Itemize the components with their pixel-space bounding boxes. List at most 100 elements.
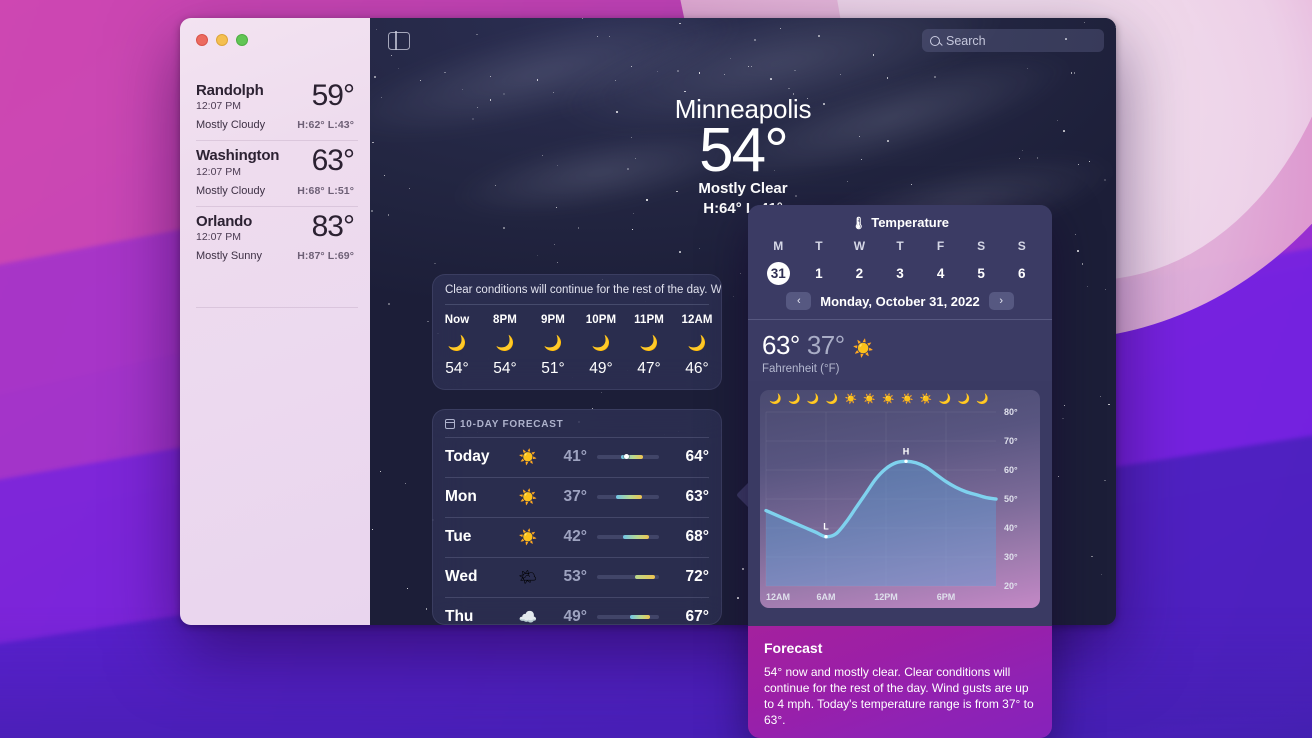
sidebar-city-orlando[interactable]: Orlando 12:07 PM 83° Mostly Sunny H:87° … [180,205,370,271]
table-row[interactable]: Tue ☀️ 42° 68° [433,516,721,557]
weekday-initial: W [853,239,866,253]
cloud-icon: ☁️ [518,608,538,625]
day-low-temp: 37° [563,487,587,505]
weekday-initial: F [936,239,945,253]
chart-y-tick: 50° [1004,494,1018,504]
close-button[interactable] [196,34,208,46]
chart-svg: 20° 30° 40° 50° 60° 70° 80° 12AM 6AM 12PM 6PM L H [764,407,1018,602]
hourly-temp: 54° [445,359,469,377]
temperature-range-bar [597,494,659,499]
calendar-day[interactable]: 5 [961,262,1002,285]
day-low-temp: 49° [563,607,587,625]
table-row[interactable]: Mon ☀️ 37° 63° [433,476,721,517]
sidebar: Randolph 12:07 PM 59° Mostly Cloudy H:62… [180,18,370,625]
maximize-button[interactable] [236,34,248,46]
weekday-initial: T [896,239,904,253]
sidebar-toggle-icon[interactable] [388,30,410,51]
calendar-day[interactable]: 31 [758,262,799,285]
moon-icon: 🌙 [543,334,563,352]
chart-x-tick: 12AM [766,592,790,602]
hourly-item: Now 🌙 54° [433,314,481,378]
hourly-temp: 49° [589,359,613,377]
city-name: Orlando [196,212,253,230]
popover-temperature-section: 63° 37° ☀️ Fahrenheit (°F) [748,319,1052,381]
weekday-initial: S [977,239,986,253]
ten-day-header-label: 10-DAY FORECAST [460,418,564,430]
city-high-low: H:87° L:69° [297,249,354,262]
ten-day-forecast-card: 10-DAY FORECAST Today ☀️ 41° 64° Mon ☀️ 37° 63°… [432,408,722,625]
table-row[interactable]: Today ☀️ 41° 64° [433,436,721,477]
sidebar-city-randolph[interactable]: Randolph 12:07 PM 59° Mostly Cloudy H:62… [180,75,370,140]
prev-day-button[interactable]: ‹ [786,292,812,310]
day-label: Today [445,447,490,465]
thermometer-icon: 🌡 [850,215,867,230]
hourly-temp: 54° [493,359,517,377]
city-condition: Mostly Cloudy [196,184,266,197]
hourly-item: 11PM 🌙 47° [625,314,673,378]
city-condition: Mostly Sunny [196,249,263,262]
calendar-icon [445,419,455,429]
chart-y-tick: 30° [1004,552,1018,562]
chart-y-tick: 80° [1004,407,1018,417]
day-low-temp: 42° [563,527,587,545]
day-high-temp: 63° [685,487,709,505]
city-time: 12:07 PM [196,100,241,113]
day-low-temp: 53° [563,567,587,585]
sun-icon: ☀️ [518,488,538,506]
next-day-button[interactable]: › [988,292,1014,310]
day-high-temp: 64° [685,447,709,465]
chart-marker-l: L [823,521,829,531]
hourly-row: Now 🌙 54° 8PM 🌙 54° 9PM 🌙 51° 10PM 🌙 49° 11PM 🌙 47° 12A… [433,305,721,389]
day-of-week-row: MTWTFSS [748,239,1052,253]
day-high-temp: 72° [685,567,709,585]
current-temperature: 54° [699,116,789,185]
weekday-initial: M [773,239,784,253]
table-row[interactable]: Wed 🌤 53° 72° [433,556,721,597]
hourly-time: 9PM [541,313,565,326]
sidebar-city-washington[interactable]: Washington 12:07 PM 63° Mostly Cloudy H:… [180,140,370,205]
temperature-range-bar [597,454,659,459]
calendar-day[interactable]: 3 [880,262,921,285]
window-controls [196,34,248,46]
temperature-popover: 🌡 Temperature M T W T F S S 31 1 2 3 4 5 6 ‹ Monday,… [748,205,1052,738]
weekday-initial: T [815,239,823,253]
city-temperature: 83° [311,209,355,243]
calendar-day[interactable]: 1 [799,262,840,285]
day-high-temp: 67° [685,607,709,625]
chart-y-tick: 70° [1004,436,1018,446]
selected-date-label: Monday, October 31, 2022 [820,293,980,309]
forecast-title: Forecast [764,640,823,656]
chart-x-tick: 12PM [874,592,898,602]
city-name: Washington [196,147,280,165]
chart-area-fill [766,460,996,586]
city-temperature: 63° [311,144,355,178]
temperature-range-bar [597,534,659,539]
calendar-day[interactable]: 4 [920,262,961,285]
popover-header: 🌡 Temperature M T W T F S S 31 1 2 3 4 5 6 ‹ Monday,… [748,205,1052,319]
weekday-initial: S [1017,239,1026,253]
chart-marker-h: H [903,446,910,456]
hourly-time: Now [444,313,470,326]
wallpaper-bottom-glow [0,619,1312,738]
ten-day-header: 10-DAY FORECAST [433,410,721,437]
moon-icon: 🌙 [591,334,611,352]
minimize-button[interactable] [216,34,228,46]
temperature-chart: 🌙 🌙 🌙 🌙 ☀️ ☀️ ☀️ ☀️ ☀️ 🌙 🌙 🌙 20° 30° 40° 50° 60° 70° 80° 1… [760,389,1040,608]
city-high-low: H:62° L:43° [297,119,354,132]
chart-y-tick: 40° [1004,523,1018,533]
table-row[interactable]: Thu ☁️ 49° 67° [433,596,721,625]
forecast-body: 54° now and mostly clear. Clear conditio… [764,665,1034,728]
day-label: Wed [445,567,478,585]
temperature-range-bar [597,574,659,579]
search-input[interactable]: Search [922,29,1104,52]
day-label: Tue [445,527,472,545]
search-placeholder: Search [946,33,986,48]
day-of-month-row: 31 1 2 3 4 5 6 [748,262,1052,285]
day-low-temp: 41° [563,447,587,465]
sun-icon: ☀️ [852,338,874,358]
hourly-forecast-card: Clear conditions will continue for the r… [432,274,722,390]
calendar-day[interactable]: 6 [1001,262,1042,285]
calendar-day[interactable]: 2 [839,262,880,285]
toolbar: Search [370,18,1116,63]
chart-x-tick: 6AM [816,592,835,602]
